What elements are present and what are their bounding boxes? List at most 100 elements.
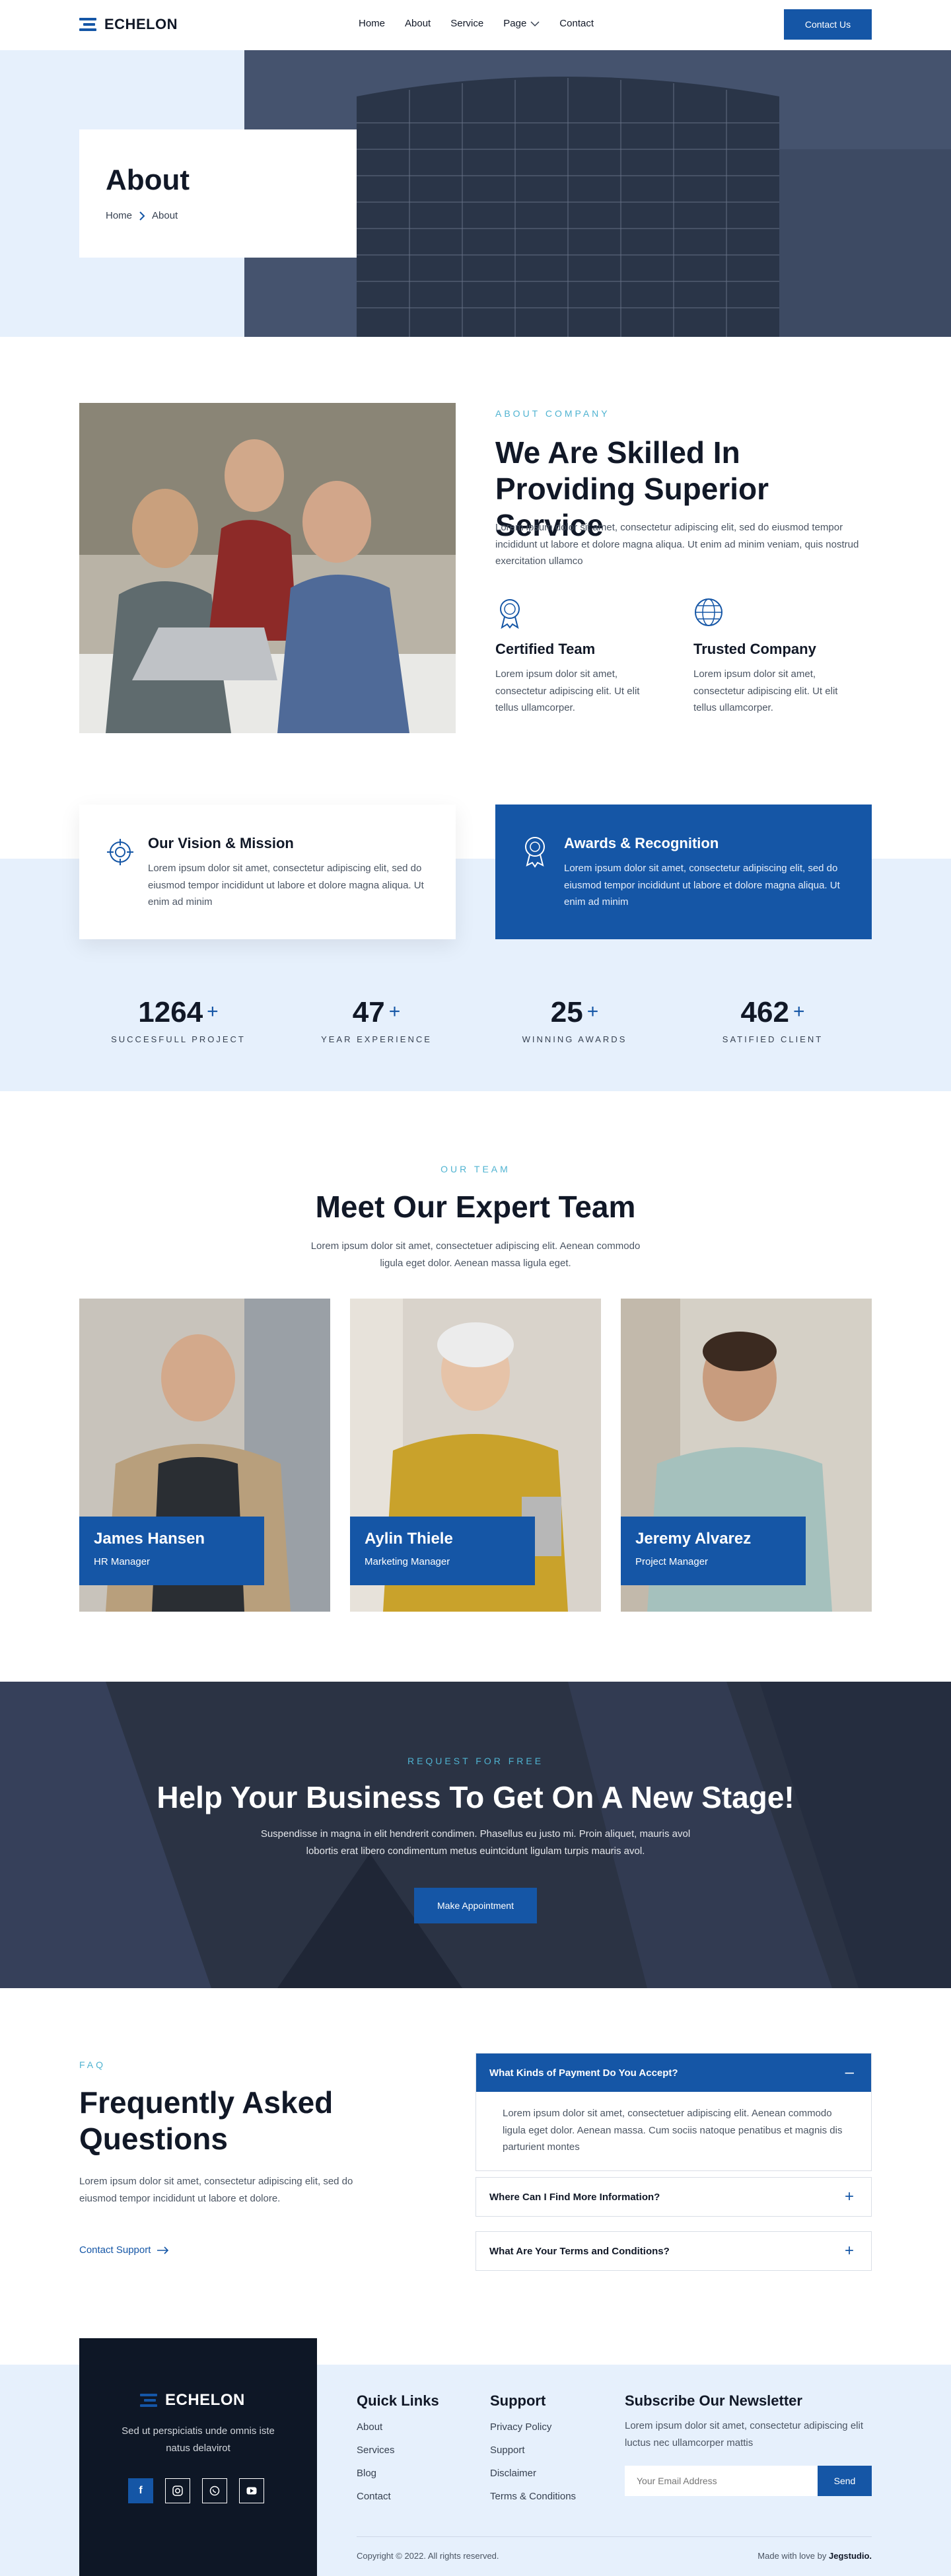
cta-text: Suspendisse in magna in elit hendrerit c… xyxy=(260,1828,691,1857)
cta-section: REQUEST FOR FREE Help Your Business To G… xyxy=(0,1682,951,1988)
faq-answer: Lorem ipsum dolor sit amet, consectetuer… xyxy=(503,2108,843,2153)
faq-question-text: What Kinds of Payment Do You Accept? xyxy=(489,2067,678,2079)
make-appointment-button[interactable]: Make Appointment xyxy=(414,1888,537,1923)
stat-clients: 462 + SATIFIED CLIENT xyxy=(687,996,859,1044)
studio-link[interactable]: Jegstudio. xyxy=(829,2551,872,2561)
member-role: Project Manager xyxy=(635,1556,709,1567)
team-member-card[interactable]: James Hansen HR Manager xyxy=(79,1299,330,1612)
faq-eyebrow: FAQ xyxy=(79,2059,106,2070)
youtube-icon[interactable] xyxy=(239,2478,264,2503)
contact-support-link[interactable]: Contact Support xyxy=(79,2244,169,2256)
chevron-down-icon xyxy=(530,20,540,26)
page-title: About xyxy=(106,164,190,196)
breadcrumb: Home About xyxy=(106,210,330,221)
member-tag: Aylin Thiele Marketing Manager xyxy=(350,1517,535,1585)
send-button[interactable]: Send xyxy=(818,2466,872,2496)
chevron-right-icon xyxy=(139,211,145,221)
cta-eyebrow: REQUEST FOR FREE xyxy=(407,1756,544,1766)
nav-service[interactable]: Service xyxy=(450,18,483,29)
about-eyebrow: ABOUT COMPANY xyxy=(495,408,610,419)
footer-link-services[interactable]: Services xyxy=(357,2445,439,2456)
member-name: James Hansen xyxy=(94,1530,205,1548)
member-name: Aylin Thiele xyxy=(365,1530,453,1548)
contact-us-button[interactable]: Contact Us xyxy=(784,9,872,40)
stat-experience-value: 47 xyxy=(352,996,385,1028)
feature-trusted-title: Trusted Company xyxy=(693,641,816,657)
plus-icon: + xyxy=(844,2242,854,2260)
awards-title: Awards & Recognition xyxy=(564,835,719,851)
copyright-text: Copyright © 2022. All rights reserved. xyxy=(357,2551,499,2561)
plus-icon: + xyxy=(844,2188,854,2205)
quick-links-title: Quick Links xyxy=(357,2392,439,2409)
logo-icon xyxy=(79,18,98,31)
member-role: HR Manager xyxy=(94,1556,151,1567)
made-with-text: Made with love by xyxy=(757,2551,827,2561)
footer-link-support[interactable]: Support xyxy=(490,2445,576,2456)
whatsapp-icon[interactable] xyxy=(202,2478,227,2503)
faq-item-payment[interactable]: What Kinds of Payment Do You Accept? – L… xyxy=(476,2053,872,2171)
team-text: Lorem ipsum dolor sit amet, consectetuer… xyxy=(310,1240,641,1269)
newsletter-title: Subscribe Our Newsletter xyxy=(625,2392,802,2409)
footer-link-disclaimer[interactable]: Disclaimer xyxy=(490,2468,576,2479)
main-nav: Home About Service Page Contact xyxy=(359,18,594,29)
footer-link-terms[interactable]: Terms & Conditions xyxy=(490,2491,576,2502)
team-meeting-image xyxy=(79,403,456,733)
stat-experience-label: YEAR EXPERIENCE xyxy=(321,1034,432,1044)
footer-link-blog[interactable]: Blog xyxy=(357,2468,439,2479)
footer-logo[interactable]: ECHELON xyxy=(140,2391,245,2410)
team-member-card[interactable]: Aylin Thiele Marketing Manager xyxy=(350,1299,601,1612)
social-links: f xyxy=(128,2478,264,2503)
contact-support-label: Contact Support xyxy=(79,2244,151,2256)
nav-contact[interactable]: Contact xyxy=(559,18,594,29)
awards-text: Lorem ipsum dolor sit amet, consectetur … xyxy=(564,863,840,908)
team-member-card[interactable]: Jeremy Alvarez Project Manager xyxy=(621,1299,872,1612)
member-name: Jeremy Alvarez xyxy=(635,1530,752,1548)
member-tag: Jeremy Alvarez Project Manager xyxy=(621,1517,806,1585)
facebook-icon[interactable]: f xyxy=(128,2478,153,2503)
footer-logo-text: ECHELON xyxy=(165,2391,245,2409)
faq-title: Frequently Asked Questions xyxy=(79,2085,334,2157)
newsletter-text: Lorem ipsum dolor sit amet, consectetur … xyxy=(625,2420,863,2449)
nav-about[interactable]: About xyxy=(405,18,431,29)
vision-text: Lorem ipsum dolor sit amet, consectetur … xyxy=(148,863,424,908)
instagram-icon[interactable] xyxy=(165,2478,190,2503)
about-text: Lorem ipsum dolor sit amet, consectetur … xyxy=(495,522,859,567)
stat-awards-label: WINNING AWARDS xyxy=(522,1034,627,1044)
footer-link-privacy[interactable]: Privacy Policy xyxy=(490,2421,576,2433)
faq-text: Lorem ipsum dolor sit amet, consectetur … xyxy=(79,2176,353,2204)
breadcrumb-home[interactable]: Home xyxy=(106,210,132,221)
stat-projects: 1264 + SUCCESFULL PROJECT xyxy=(92,996,264,1044)
email-input[interactable] xyxy=(625,2466,818,2496)
stat-projects-value: 1264 xyxy=(138,996,203,1028)
footer-brand-panel: ECHELON Sed ut perspiciatis unde omnis i… xyxy=(79,2338,317,2576)
site-header: ECHELON Home About Service Page Contact … xyxy=(0,0,951,50)
target-icon xyxy=(107,839,133,865)
faq-item-terms[interactable]: What Are Your Terms and Conditions? + xyxy=(476,2231,872,2271)
faq-item-information[interactable]: Where Can I Find More Information? + xyxy=(476,2177,872,2217)
vision-title: Our Vision & Mission xyxy=(148,835,294,851)
nav-page[interactable]: Page xyxy=(503,18,540,29)
faq-question[interactable]: Where Can I Find More Information? + xyxy=(476,2178,871,2216)
breadcrumb-current: About xyxy=(152,210,178,221)
footer-link-contact[interactable]: Contact xyxy=(357,2491,439,2502)
plus-icon: + xyxy=(792,1001,805,1022)
support-title: Support xyxy=(490,2392,546,2409)
faq-question[interactable]: What Are Your Terms and Conditions? + xyxy=(476,2232,871,2270)
member-role: Marketing Manager xyxy=(365,1556,450,1567)
cta-title: Help Your Business To Get On A New Stage… xyxy=(157,1780,794,1814)
nav-page-label: Page xyxy=(503,18,527,29)
hero-title-card: About Home About xyxy=(79,129,357,258)
logo[interactable]: ECHELON xyxy=(79,16,178,33)
footer-tagline: Sed ut perspiciatis unde omnis iste natu… xyxy=(122,2425,275,2454)
footer-link-about[interactable]: About xyxy=(357,2421,439,2433)
nav-home[interactable]: Home xyxy=(359,18,385,29)
faq-question-text: What Are Your Terms and Conditions? xyxy=(489,2245,670,2257)
faq-question[interactable]: What Kinds of Payment Do You Accept? – xyxy=(476,2054,871,2092)
stat-awards-value: 25 xyxy=(550,996,583,1028)
award-medal-icon xyxy=(525,837,545,868)
arrow-right-icon xyxy=(157,2246,169,2254)
meeting-photo xyxy=(79,403,456,733)
footer-divider xyxy=(357,2536,872,2537)
stat-awards: 25 + WINNING AWARDS xyxy=(489,996,660,1044)
feature-certified-text: Lorem ipsum dolor sit amet, consectetur … xyxy=(495,668,640,713)
